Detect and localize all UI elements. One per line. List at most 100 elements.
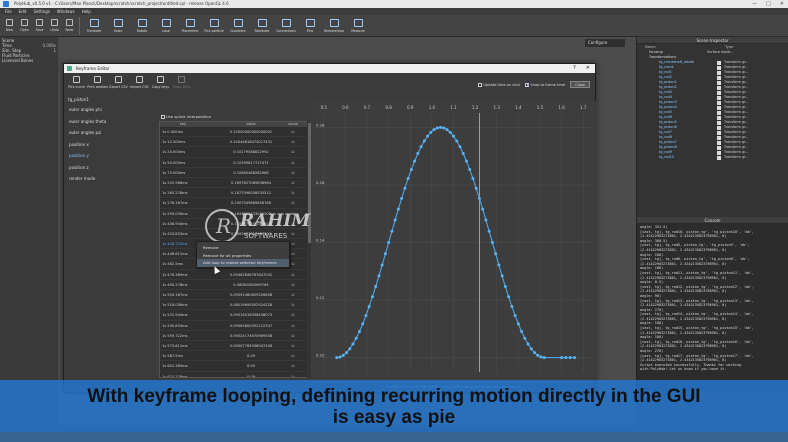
visibility-checkbox[interactable] bbox=[717, 140, 721, 145]
close-editor-button[interactable]: Close bbox=[570, 81, 590, 88]
visibility-checkbox[interactable] bbox=[717, 125, 721, 130]
snap-to-frame-checkbox[interactable]: Snap to frame time bbox=[525, 82, 565, 87]
export-icon bbox=[115, 76, 122, 83]
measure-button[interactable]: Measure bbox=[346, 15, 370, 37]
keyframe-point bbox=[481, 207, 485, 211]
paste-keys-button[interactable]: Paste keys bbox=[171, 73, 192, 95]
visibility-checkbox[interactable] bbox=[717, 60, 721, 65]
keyframe-point bbox=[448, 130, 452, 134]
visibility-checkbox[interactable] bbox=[717, 70, 721, 75]
keyframe-row[interactable]: 1s 476.389ms 0.09462846767647042 Li bbox=[160, 270, 308, 280]
keyframe-row[interactable]: 1s 601.389ms 0.09 Li bbox=[160, 361, 308, 372]
keyframe-row[interactable]: 1s 490.278ms 0.08082082069764 Li bbox=[160, 280, 308, 290]
keyframe-point bbox=[477, 196, 481, 200]
pick-icon bbox=[209, 19, 219, 27]
visibility-checkbox[interactable] bbox=[717, 95, 721, 100]
keyframe-row[interactable]: 1s 559.722ms 0.09024174670969508 Li bbox=[160, 331, 308, 341]
keyframe-time: 1s 545.833ms bbox=[162, 323, 188, 328]
visibility-checkbox[interactable] bbox=[717, 130, 721, 135]
property-item[interactable]: position z bbox=[66, 162, 156, 174]
keyframe-time: 1s 531.944ms bbox=[162, 313, 188, 318]
keyframe-row[interactable]: 1s 0.000ms 0.10000000000000001 Li bbox=[160, 127, 308, 138]
visibility-checkbox[interactable] bbox=[717, 115, 721, 120]
keyframe-row[interactable]: 1s 50.000ms 0.10399817717471 Li bbox=[160, 158, 308, 168]
keyframe-point bbox=[458, 145, 462, 149]
visibility-checkbox[interactable] bbox=[717, 155, 721, 160]
context-menu-item[interactable]: Remove bbox=[197, 244, 289, 252]
keyframe-curve: Li bbox=[291, 303, 295, 308]
visibility-checkbox[interactable] bbox=[717, 110, 721, 115]
translate-button[interactable]: Translate bbox=[82, 15, 106, 37]
menu-file[interactable]: File bbox=[5, 8, 12, 15]
keyframe-row[interactable]: 1s 615.278ms 0.09 Li bbox=[160, 372, 308, 378]
visibility-checkbox[interactable] bbox=[717, 145, 721, 150]
save-button[interactable]: Save bbox=[32, 15, 47, 37]
menu-settings[interactable]: Settings bbox=[33, 8, 49, 15]
visibility-checkbox[interactable] bbox=[717, 90, 721, 95]
import-csv-button[interactable]: Import CSV bbox=[129, 73, 150, 95]
export-csv-button[interactable]: Export CSV bbox=[108, 73, 129, 95]
pick-particle-button[interactable]: Pick particle bbox=[202, 15, 226, 37]
property-item[interactable]: euler angles psi bbox=[66, 127, 156, 139]
open-button[interactable]: Open bbox=[17, 15, 32, 37]
keyframe-row[interactable]: 1s 587.5ms 0.09 Li bbox=[160, 351, 308, 362]
pick-curve-button[interactable]: Pick curve bbox=[66, 73, 87, 95]
visibility-checkbox[interactable] bbox=[717, 65, 721, 70]
property-item[interactable]: euler angles phi bbox=[66, 104, 156, 116]
rotate-button[interactable]: Rotate bbox=[130, 15, 154, 37]
keyframe-row[interactable]: 1s 518.056ms 0.08019695002924328 Li bbox=[160, 300, 308, 311]
keyframe-curve-graph[interactable]: 0.5 0.6 0.7 0.8 0.9 1.0 1.1 1.2 1.3 1.4 1.5 1.6 1.7 0… bbox=[311, 101, 596, 380]
remove-dup-button[interactable]: Remove/dup bbox=[322, 15, 346, 37]
visibility-checkbox[interactable] bbox=[717, 100, 721, 105]
help-button[interactable]: ? bbox=[573, 64, 576, 73]
keyframe-curve: Li bbox=[291, 130, 295, 134]
menu-edit[interactable]: Edit bbox=[19, 8, 27, 15]
scale-button[interactable]: Scale bbox=[106, 15, 130, 37]
keyframe-point bbox=[348, 347, 352, 351]
visibility-checkbox[interactable] bbox=[717, 85, 721, 90]
menu-windows[interactable]: Windows bbox=[57, 8, 75, 15]
visibility-checkbox[interactable] bbox=[717, 150, 721, 155]
property-item[interactable]: position x bbox=[66, 139, 156, 151]
redo-button[interactable]: Redo bbox=[62, 15, 77, 37]
print-amples-button[interactable]: Print amples bbox=[87, 73, 108, 95]
update-time-checkbox[interactable]: Update time on click bbox=[478, 82, 520, 87]
context-menu-item[interactable]: Remove for all properties bbox=[197, 252, 289, 260]
minimize-button[interactable]: — bbox=[752, 0, 757, 8]
keyframe-row[interactable]: 1s 504.167ms 0.09591460659326898 Li bbox=[160, 290, 308, 301]
keyframe-value: 0.10044818474017431 bbox=[229, 140, 273, 145]
duplicate-button[interactable]: Duplicate bbox=[226, 15, 250, 37]
property-item[interactable]: render mode bbox=[66, 173, 156, 185]
visibility-checkbox[interactable] bbox=[717, 105, 721, 110]
replicate-button[interactable]: Replicate bbox=[250, 15, 274, 37]
local-button[interactable]: Local bbox=[154, 15, 178, 37]
keyframe-row[interactable]: 1s 573.611ms 0.09007764936047406 Li bbox=[160, 341, 308, 352]
keyframe-row[interactable]: 1s 12.500ms 0.10044818474017431 Li bbox=[160, 137, 308, 148]
visibility-checkbox[interactable] bbox=[717, 135, 721, 140]
visibility-checkbox[interactable] bbox=[717, 75, 721, 80]
connections-button[interactable]: Connections bbox=[274, 15, 298, 37]
menu-help[interactable]: Help bbox=[82, 8, 91, 15]
keyframe-row[interactable]: 1s 75.000ms 0.10665488282988 Li bbox=[160, 168, 308, 178]
keyframe-row[interactable]: 1s 25.000ms 0.10179588822992 Li bbox=[160, 147, 308, 158]
tree-item[interactable]: tg_rod10 Transform gr... bbox=[637, 155, 788, 160]
close-button[interactable]: ✕ bbox=[780, 0, 784, 8]
keyframe-row[interactable]: 1s 545.833ms 0.09065800592122347 Li bbox=[160, 321, 308, 331]
context-menu-item[interactable]: Add loop to repeat selected keyframes bbox=[197, 259, 289, 267]
keyframe-row[interactable]: 1s 252.986ms 0.1697827069838984 Li bbox=[160, 178, 308, 189]
undo-button[interactable]: Undo bbox=[47, 15, 62, 37]
spline-interpolation-checkbox[interactable]: Use spline interpolation bbox=[161, 114, 211, 119]
new-button[interactable]: New bbox=[2, 15, 17, 37]
property-item[interactable]: euler angles theta bbox=[66, 116, 156, 128]
keyframe-row[interactable]: 1s 531.944ms 0.09016516938438073 Li bbox=[160, 310, 308, 321]
maximize-button[interactable]: □ bbox=[766, 0, 771, 8]
configure-button[interactable]: Configure bbox=[585, 39, 625, 47]
close-window-button[interactable]: ✕ bbox=[586, 64, 590, 73]
keyframe-point bbox=[445, 128, 449, 132]
copy-keys-button[interactable]: Copy keys bbox=[150, 73, 171, 95]
property-item[interactable]: position y bbox=[66, 150, 156, 162]
placement-button[interactable]: Placement bbox=[178, 15, 202, 37]
pins-button[interactable]: Pins bbox=[298, 15, 322, 37]
visibility-checkbox[interactable] bbox=[717, 80, 721, 85]
visibility-checkbox[interactable] bbox=[717, 120, 721, 125]
